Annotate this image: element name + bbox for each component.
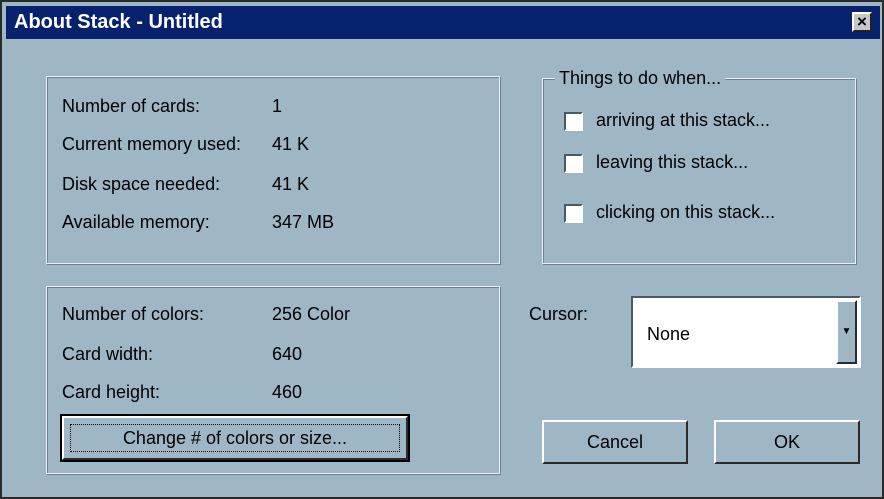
- stat-value-cards: 1: [272, 96, 283, 116]
- clicking-label[interactable]: clicking on this stack...: [596, 202, 775, 223]
- ok-button[interactable]: OK: [714, 420, 860, 464]
- leaving-checkbox[interactable]: [564, 154, 583, 173]
- cursor-label: Cursor:: [529, 304, 589, 324]
- close-button[interactable]: ×: [852, 12, 872, 32]
- title-bar: About Stack - Untitled ×: [6, 6, 880, 39]
- chevron-down-icon: ▼: [841, 326, 852, 337]
- close-icon: ×: [857, 12, 867, 31]
- window-title: About Stack - Untitled: [14, 11, 223, 33]
- leaving-label[interactable]: leaving this stack...: [596, 152, 748, 173]
- change-colors-size-label: Change # of colors or size...: [122, 428, 348, 448]
- stat-value-available-memory: 347 MB: [272, 212, 335, 232]
- display-label-width: Card width:: [62, 344, 154, 364]
- change-colors-size-button[interactable]: Change # of colors or size...: [60, 414, 410, 462]
- things-to-do-legend: Things to do when...: [555, 68, 726, 89]
- stat-value-disk-space: 41 K: [272, 174, 310, 194]
- stat-label-cards: Number of cards:: [62, 96, 201, 116]
- display-value-height: 460: [272, 382, 303, 402]
- arriving-checkbox[interactable]: [564, 112, 583, 131]
- cursor-dropdown-button[interactable]: ▼: [836, 300, 857, 364]
- stat-label-available-memory: Available memory:: [62, 212, 210, 232]
- display-value-width: 640: [272, 344, 303, 364]
- clicking-checkbox[interactable]: [564, 204, 583, 223]
- stat-label-disk-space: Disk space needed:: [62, 174, 221, 194]
- stat-label-memory-used: Current memory used:: [62, 134, 242, 154]
- cancel-button[interactable]: Cancel: [542, 420, 688, 464]
- about-stack-dialog: About Stack - Untitled × Number of cards…: [0, 0, 884, 499]
- cancel-button-label: Cancel: [586, 432, 644, 452]
- display-label-colors: Number of colors:: [62, 304, 205, 324]
- display-label-height: Card height:: [62, 382, 161, 402]
- cursor-select[interactable]: None ▼: [631, 296, 861, 368]
- display-value-colors: 256 Color: [272, 304, 351, 324]
- cursor-select-value: None: [647, 324, 691, 344]
- arriving-label[interactable]: arriving at this stack...: [596, 110, 770, 131]
- ok-button-label: OK: [773, 432, 800, 452]
- stat-value-memory-used: 41 K: [272, 134, 310, 154]
